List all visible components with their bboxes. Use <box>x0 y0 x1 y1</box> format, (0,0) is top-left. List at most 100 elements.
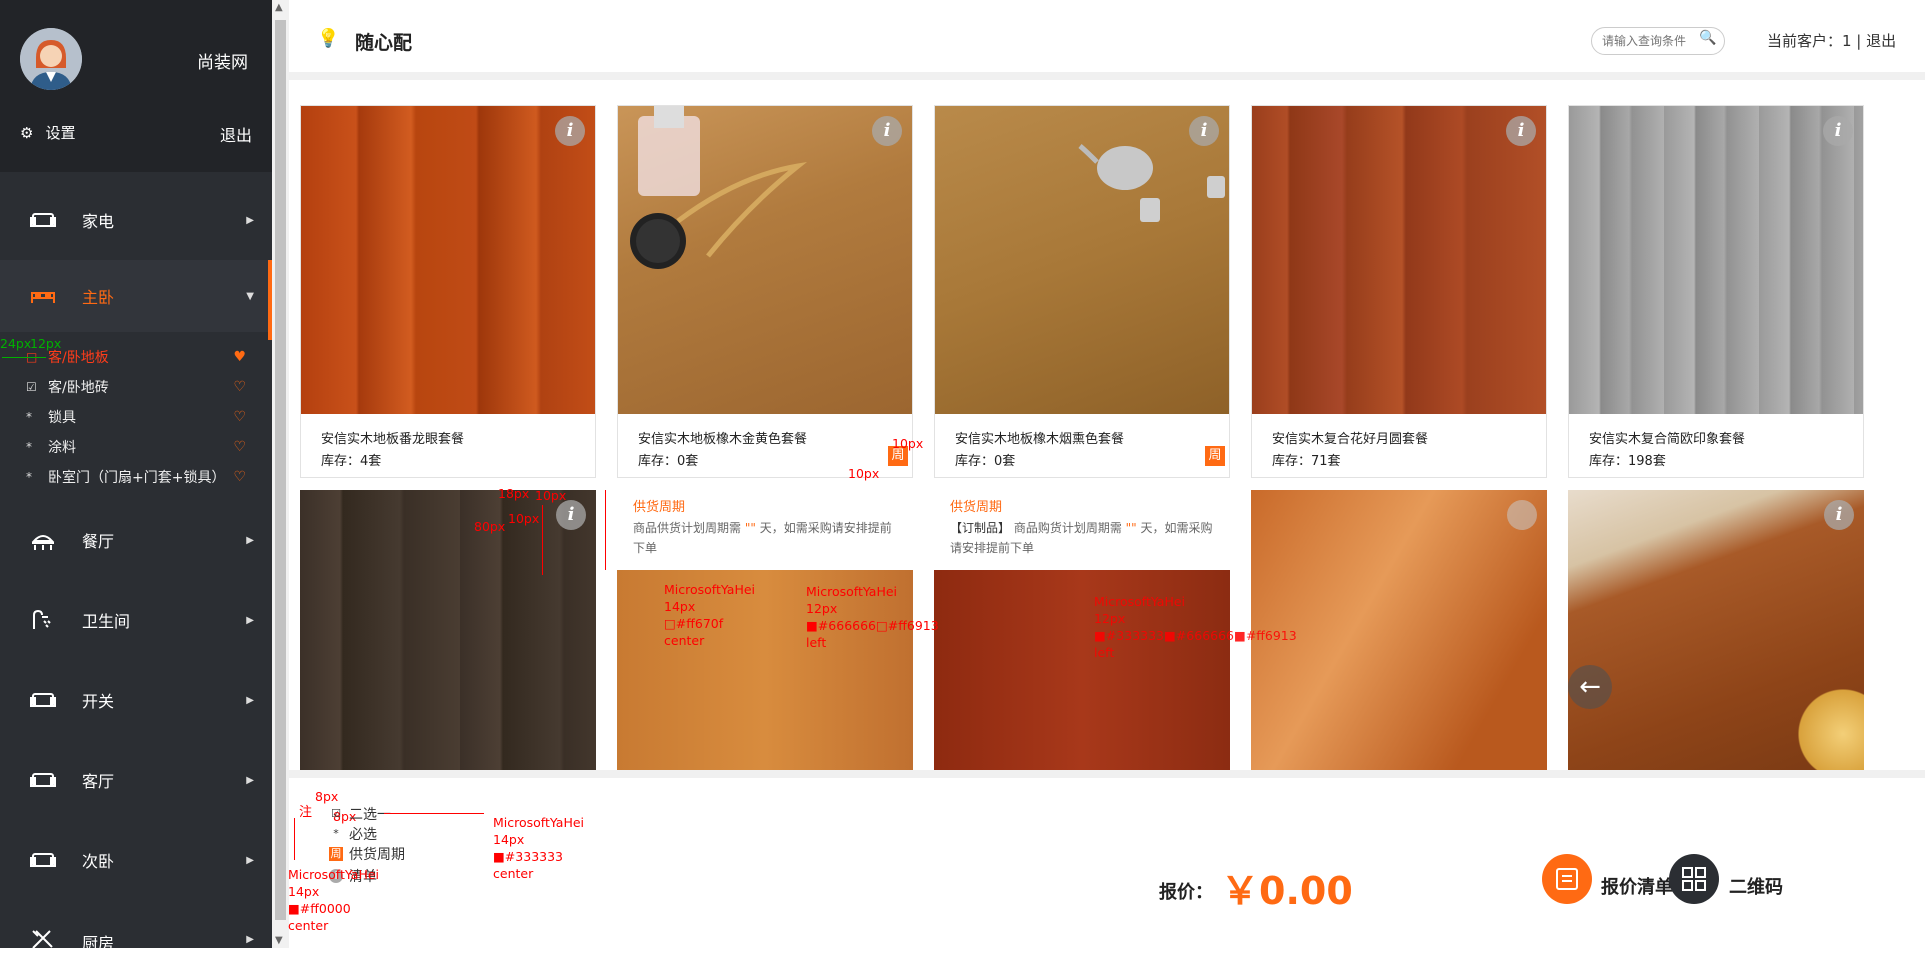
product-card[interactable]: i 安信实木地板橡木烟熏色套餐 库存：0套 周 <box>934 105 1230 478</box>
info-icon[interactable]: i <box>1189 116 1219 146</box>
nav-item-living-room[interactable]: 客厅 ▶ <box>0 740 272 820</box>
subnav-item-locks[interactable]: * 锁具 ♡ <box>0 402 272 432</box>
lightbulb-icon: 💡 <box>317 28 340 49</box>
price-value: ￥0.00 <box>1221 869 1353 913</box>
product-card[interactable]: i 安信实木复合花好月圆套餐 库存：71套 <box>1251 105 1547 478</box>
sofa-icon <box>30 693 56 707</box>
product-image[interactable] <box>301 106 595 414</box>
sofa-icon <box>30 773 56 787</box>
nav-label: 次卧 <box>82 852 115 871</box>
chevron-right-icon: ▶ <box>246 614 254 626</box>
product-image[interactable] <box>1569 106 1863 414</box>
product-name: 安信实木地板橡木烟熏色套餐 <box>955 432 1125 447</box>
info-icon[interactable]: i <box>556 500 586 530</box>
product-stock: 库存：0套 <box>955 454 1016 469</box>
annotation-line <box>294 818 295 860</box>
product-card[interactable]: i 安信实木地板橡木金黄色套餐 库存：0套 周 <box>617 105 913 478</box>
chevron-right-icon: ▶ <box>246 694 254 706</box>
chevron-right-icon: ▶ <box>246 854 254 866</box>
popup-title: 供货周期 <box>633 500 686 515</box>
info-icon[interactable]: i <box>1823 116 1853 146</box>
nav-item-second-bedroom[interactable]: 次卧 ▶ <box>0 820 272 900</box>
info-icon[interactable]: i <box>1824 500 1854 530</box>
current-customer[interactable]: 当前客户：1 | 退出 <box>1767 30 1896 51</box>
annotation-line <box>2 357 46 358</box>
sofa-icon <box>30 213 56 227</box>
product-image[interactable] <box>618 106 912 414</box>
nav-item-kitchen[interactable]: 厨房 ▶ <box>0 900 272 953</box>
legend-item: * 必选 <box>329 824 377 844</box>
zhou-icon: 周 <box>329 847 343 861</box>
nav-label: 厨房 <box>82 934 115 953</box>
nav-item-dining[interactable]: 餐厅 ▶ <box>0 500 272 580</box>
scroll-thumb[interactable] <box>275 20 286 920</box>
nav-item-switch[interactable]: 开关 ▶ <box>0 660 272 740</box>
checkbox-icon: ☑ <box>331 807 341 820</box>
nav-item-master-bedroom[interactable]: 主卧 ▼ <box>0 260 272 340</box>
arrow-left-icon[interactable]: ← <box>1568 665 1612 709</box>
legend-item: 周 供货周期 <box>329 844 405 864</box>
search-icon[interactable]: 🔍 <box>1699 30 1716 46</box>
info-icon[interactable]: i <box>555 116 585 146</box>
subnav-item-paint[interactable]: * 涂料 ♡ <box>0 432 272 462</box>
scroll-up-arrow[interactable]: ▲ <box>275 2 283 13</box>
nav-label: 客厅 <box>82 772 115 791</box>
annotation-spacing: 10px <box>508 511 540 526</box>
product-card[interactable]: i 安信实木地板番龙眼套餐 库存：4套 <box>300 105 596 478</box>
heart-outline-icon[interactable]: ♡ <box>233 439 246 455</box>
heart-outline-icon[interactable]: ♡ <box>233 379 246 395</box>
subnav-item-floor-tile[interactable]: ☑ 客/卧地砖 ♡ <box>0 372 272 402</box>
product-card[interactable]: i 安信实木复合简欧印象套餐 库存：198套 <box>1568 105 1864 478</box>
qrcode-label[interactable]: 二维码 <box>1729 873 1783 899</box>
chevron-right-icon: ▶ <box>246 534 254 546</box>
subnav-mark: * <box>26 470 32 484</box>
sofa-icon <box>30 853 56 867</box>
product-image[interactable] <box>1252 106 1546 414</box>
product-card[interactable]: i ← <box>1568 490 1864 770</box>
nav-item-appliances[interactable]: 家电 ▶ <box>0 180 272 260</box>
quote-list-label[interactable]: 报价清单 <box>1601 873 1673 899</box>
subnav-item-bedroom-door[interactable]: * 卧室门（门扇+门套+锁具） ♡ <box>0 462 272 492</box>
qrcode-button[interactable] <box>1669 854 1719 904</box>
nav-item-bathroom[interactable]: 卫生间 ▶ <box>0 580 272 660</box>
product-image[interactable] <box>935 106 1229 414</box>
product-stock: 库存：71套 <box>1272 454 1341 469</box>
annotation-spec: MicrosoftYaHei 14px □#ff670f center <box>664 582 756 648</box>
supply-cycle-badge[interactable]: 周 <box>1205 446 1225 466</box>
nav-label: 餐厅 <box>82 532 115 551</box>
chevron-down-icon: ▼ <box>246 290 254 302</box>
settings-label: 设置 <box>45 124 76 142</box>
annotation-spec: MicrosoftYaHei 14px ■#ff0000 center <box>288 867 380 933</box>
legend-label: 必选 <box>349 827 377 843</box>
annotation-spec: MicrosoftYaHei 12px ■#333333■#666666■#ff… <box>1094 594 1297 660</box>
scrollbar[interactable]: ▲ ▼ <box>272 0 289 948</box>
logout-link[interactable]: 退出 <box>220 122 252 146</box>
product-card[interactable]: i <box>300 490 596 770</box>
asterisk-icon: * <box>333 827 339 840</box>
legend-label: 二选一 <box>349 807 391 823</box>
subnav-mark: * <box>26 440 32 454</box>
info-icon[interactable]: i <box>1506 116 1536 146</box>
dining-icon <box>31 535 55 550</box>
settings-link[interactable]: ⚙ 设置 <box>20 122 75 143</box>
annotation-spec: MicrosoftYaHei 14px ■#333333 center <box>493 815 585 881</box>
scroll-down-arrow[interactable]: ▼ <box>275 935 283 946</box>
bed-icon <box>31 292 55 303</box>
list-doc-icon <box>1556 868 1578 890</box>
avatar[interactable] <box>20 28 82 90</box>
annotation-line <box>384 813 484 814</box>
heart-outline-icon[interactable]: ♡ <box>233 469 246 485</box>
popup-text: 商品供货计划周期需 "" 天，如需采购请安排提前下单 <box>633 521 892 555</box>
qrcode-icon <box>1682 867 1706 891</box>
info-icon[interactable]: i <box>872 116 902 146</box>
annotation-spec: MicrosoftYaHei 12px ■#666666□#ff6913 lef… <box>806 584 939 650</box>
annotation-note: 注 <box>299 805 313 820</box>
info-icon[interactable] <box>1507 500 1537 530</box>
heart-outline-icon[interactable]: ♡ <box>233 409 246 425</box>
product-name: 安信实木复合简欧印象套餐 <box>1589 432 1746 447</box>
heart-filled-icon[interactable]: ♥ <box>233 349 246 365</box>
kitchen-icon <box>32 930 53 949</box>
annotation-spacing: 10px <box>535 488 567 503</box>
quote-list-button[interactable] <box>1542 854 1592 904</box>
header: 💡 随心配 🔍 当前客户：1 | 退出 <box>289 0 1925 80</box>
